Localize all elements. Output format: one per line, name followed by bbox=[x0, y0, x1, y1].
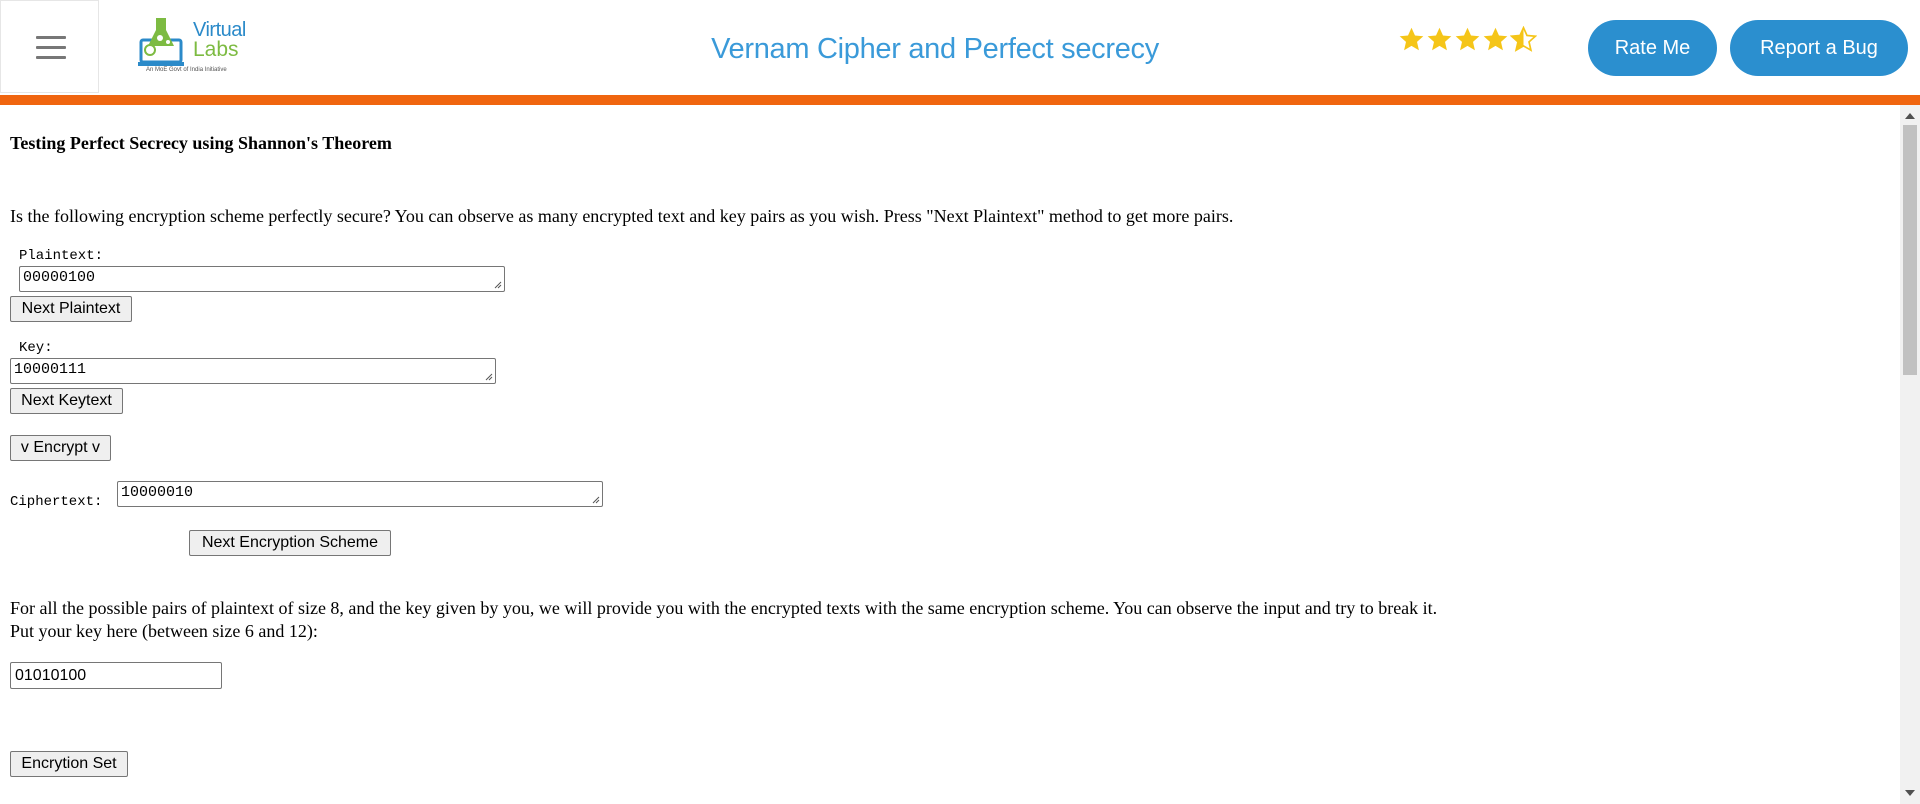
scroll-up-icon[interactable] bbox=[1905, 113, 1915, 119]
next-encryption-scheme-button[interactable]: Next Encryption Scheme bbox=[189, 530, 391, 556]
site-header: Virtual Labs An MoE Govt of India Initia… bbox=[0, 0, 1920, 95]
star-full-icon bbox=[1483, 27, 1508, 51]
section-heading: Testing Perfect Secrecy using Shannon's … bbox=[10, 133, 392, 153]
intro-text: Is the following encryption scheme perfe… bbox=[10, 206, 1234, 226]
resize-grip-icon[interactable] bbox=[494, 281, 502, 289]
ciphertext-field[interactable]: 10000010 bbox=[117, 481, 603, 507]
page-scrollbar[interactable] bbox=[1900, 105, 1920, 804]
key-value: 10000111 bbox=[14, 361, 87, 378]
encrypt-button[interactable]: v Encrypt v bbox=[10, 435, 111, 461]
plaintext-label: Plaintext: bbox=[19, 248, 104, 264]
encryption-set-button[interactable]: Encrytion Set bbox=[10, 751, 128, 777]
ciphertext-label: Ciphertext: bbox=[10, 494, 103, 510]
star-half-icon bbox=[1510, 26, 1537, 52]
logo-tagline: An MoE Govt of India Initiative bbox=[146, 67, 227, 73]
plaintext-value: 00000100 bbox=[23, 269, 96, 286]
next-plaintext-button[interactable]: Next Plaintext bbox=[10, 296, 132, 322]
rate-me-button[interactable]: Rate Me bbox=[1588, 20, 1717, 76]
resize-grip-icon[interactable] bbox=[485, 373, 493, 381]
key-prompt: Put your key here (between size 6 and 12… bbox=[10, 621, 318, 641]
scrollbar-thumb[interactable] bbox=[1903, 125, 1917, 375]
ciphertext-value: 10000010 bbox=[121, 484, 194, 501]
key-label: Key: bbox=[19, 340, 53, 356]
plaintext-field[interactable]: 00000100 bbox=[19, 266, 505, 292]
next-keytext-button[interactable]: Next Keytext bbox=[10, 388, 123, 414]
experiment-content: Testing Perfect Secrecy using Shannon's … bbox=[0, 105, 1900, 804]
star-full-icon bbox=[1455, 27, 1480, 51]
resize-grip-icon[interactable] bbox=[592, 496, 600, 504]
user-key-input[interactable]: 01010100 bbox=[10, 662, 222, 689]
rating-stars[interactable] bbox=[1398, 26, 1537, 56]
report-bug-button[interactable]: Report a Bug bbox=[1730, 20, 1908, 76]
scroll-down-icon[interactable] bbox=[1905, 790, 1915, 796]
star-full-icon bbox=[1399, 27, 1424, 51]
header-divider bbox=[0, 95, 1920, 105]
pairs-description: For all the possible pairs of plaintext … bbox=[10, 598, 1438, 618]
key-field[interactable]: 10000111 bbox=[10, 358, 496, 384]
star-full-icon bbox=[1427, 27, 1452, 51]
